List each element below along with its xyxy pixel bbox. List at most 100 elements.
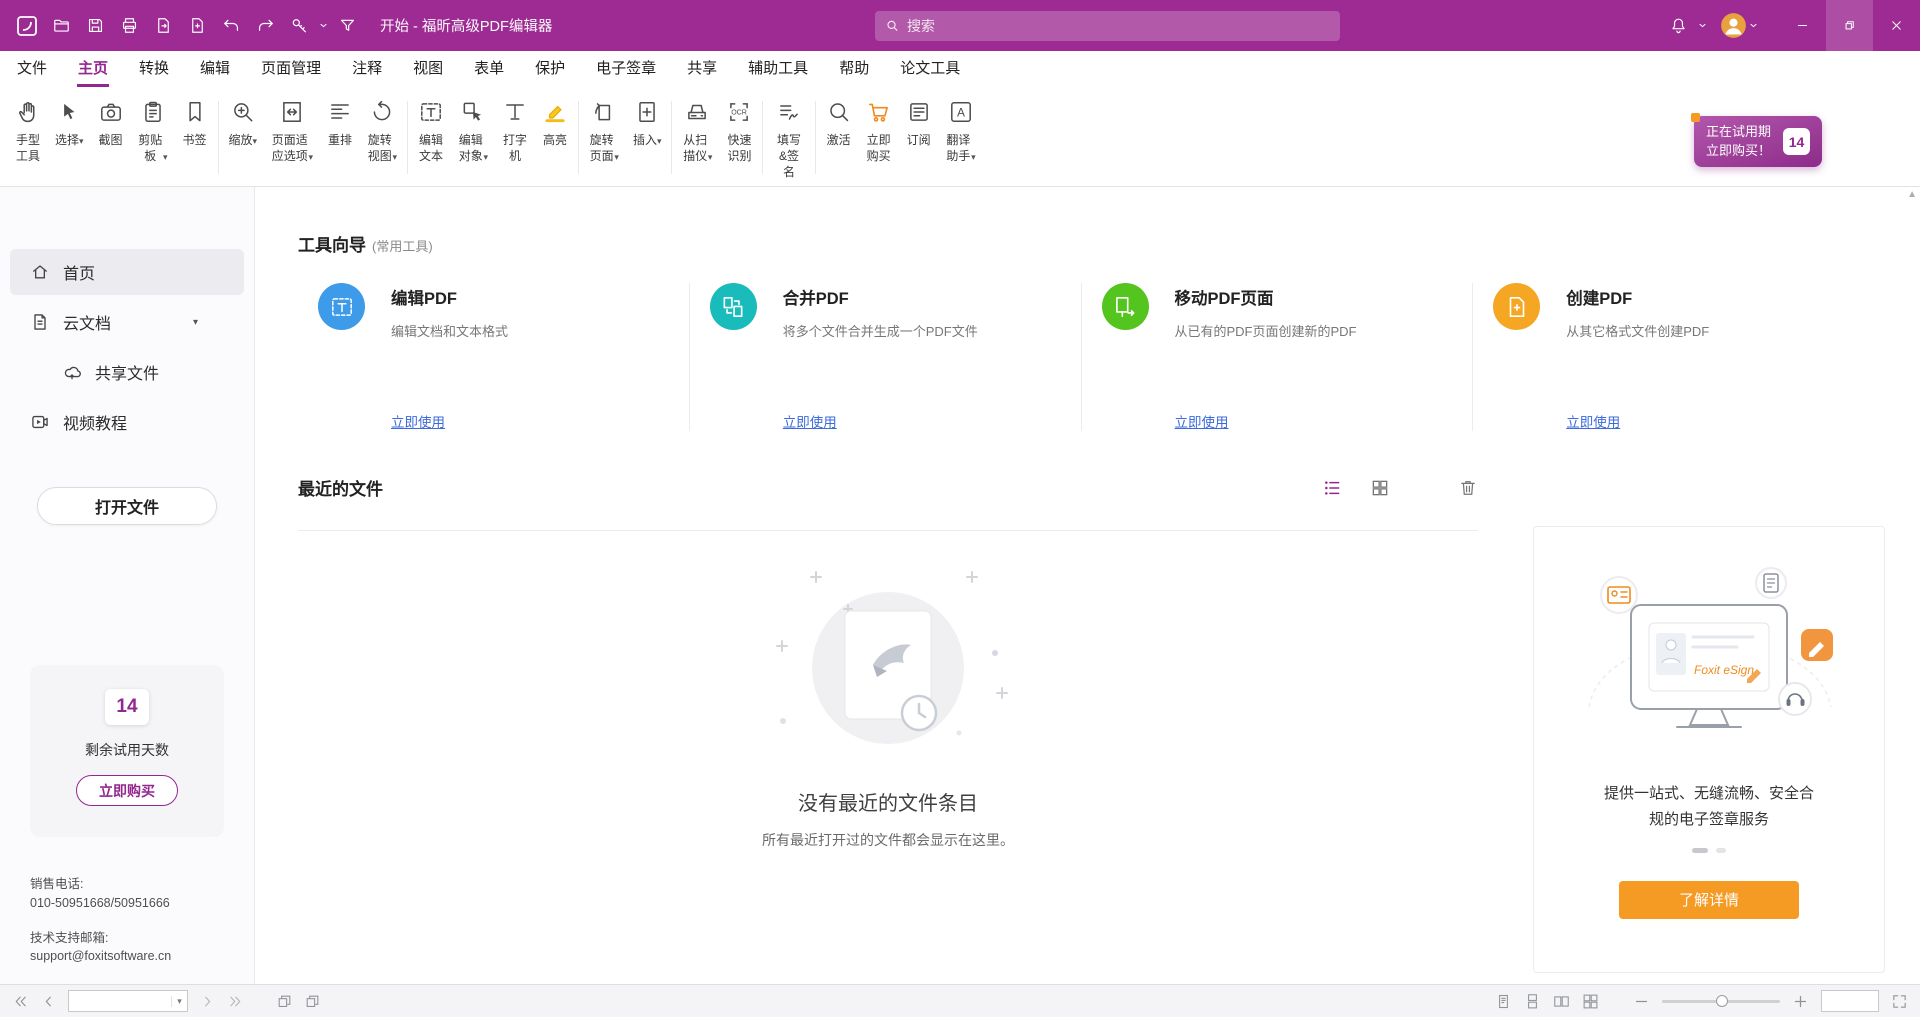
- ribbon-edit-object[interactable]: 编辑对象▾: [451, 97, 495, 166]
- tool-card-move-pdf-pages[interactable]: 移动PDF页面 从已有的PDF页面创建新的PDF 立即使用: [1082, 283, 1474, 431]
- print-icon[interactable]: [112, 9, 146, 43]
- tab-accessibility[interactable]: 辅助工具: [747, 51, 809, 87]
- export-pdf-icon[interactable]: [146, 9, 180, 43]
- fullscreen-icon[interactable]: [1891, 993, 1908, 1010]
- chevron-down-icon[interactable]: ▾: [193, 317, 198, 328]
- save-icon[interactable]: [78, 9, 112, 43]
- carousel-dot-active[interactable]: [1692, 848, 1708, 853]
- learn-more-button[interactable]: 了解详情: [1619, 881, 1799, 919]
- tab-home[interactable]: 主页: [77, 51, 109, 87]
- sidebar-item-video-tutorials[interactable]: 视频教程: [10, 399, 244, 445]
- scrollbar-up-icon[interactable]: ▲: [1907, 189, 1917, 200]
- zoom-slider[interactable]: [1662, 1000, 1780, 1003]
- ribbon-typewriter[interactable]: 打字机: [495, 97, 535, 166]
- zoom-value-box[interactable]: [1821, 990, 1879, 1012]
- ribbon-zoom[interactable]: 缩放▾: [222, 97, 265, 150]
- next-page-icon[interactable]: [199, 993, 216, 1010]
- continuous-view-icon[interactable]: [1524, 993, 1541, 1010]
- page-number-box[interactable]: ▾: [68, 990, 188, 1012]
- use-now-link[interactable]: 立即使用: [391, 411, 445, 431]
- minimize-button[interactable]: [1779, 0, 1826, 51]
- undo-icon[interactable]: [214, 9, 248, 43]
- quick-access-caret-icon[interactable]: [316, 20, 330, 31]
- tab-page-organize[interactable]: 页面管理: [260, 51, 322, 87]
- tab-esign[interactable]: 电子签章: [595, 51, 657, 87]
- ribbon-buy-now[interactable]: 立即购买: [859, 97, 899, 166]
- close-button[interactable]: [1873, 0, 1920, 51]
- ribbon-rotate-pages[interactable]: 旋转页面▾: [582, 97, 626, 166]
- tab-edit[interactable]: 编辑: [199, 51, 231, 87]
- ribbon-mode-icon[interactable]: [330, 9, 364, 43]
- search-input[interactable]: [907, 18, 1330, 34]
- page-number-input[interactable]: [69, 994, 171, 1008]
- search-box[interactable]: [875, 11, 1340, 41]
- ribbon-clipboard[interactable]: 剪贴板▾: [131, 97, 175, 166]
- previous-page-icon[interactable]: [40, 993, 57, 1010]
- tab-help[interactable]: 帮助: [838, 51, 870, 87]
- zoom-in-icon[interactable]: [1792, 993, 1809, 1010]
- ribbon-translate-assistant[interactable]: 翻译助手▾: [939, 97, 983, 166]
- clear-recent-trash-icon[interactable]: [1458, 478, 1478, 498]
- create-pdf-icon[interactable]: [180, 9, 214, 43]
- account-caret-icon[interactable]: [1747, 20, 1761, 31]
- single-page-view-icon[interactable]: [1495, 993, 1512, 1010]
- zoom-slider-thumb[interactable]: [1716, 995, 1728, 1007]
- notifications-caret-icon[interactable]: [1696, 20, 1710, 31]
- zoom-value-input[interactable]: [1822, 991, 1878, 1011]
- sidebar-item-cloud-docs[interactable]: 云文档 ▾: [10, 299, 244, 345]
- esign-tool-icon[interactable]: [282, 9, 316, 43]
- tab-paper-tools[interactable]: 论文工具: [899, 51, 961, 87]
- tab-protect[interactable]: 保护: [534, 51, 566, 87]
- redo-icon[interactable]: [248, 9, 282, 43]
- ribbon-fill-sign[interactable]: 填写&签名: [766, 97, 811, 183]
- tab-file[interactable]: 文件: [16, 51, 48, 87]
- ribbon-quick-ocr[interactable]: 快速识别: [719, 97, 759, 166]
- tab-view[interactable]: 视图: [412, 51, 444, 87]
- tool-card-edit-pdf[interactable]: 编辑PDF 编辑文档和文本格式 立即使用: [298, 283, 690, 431]
- ribbon-snapshot[interactable]: 截图: [91, 97, 131, 150]
- use-now-link[interactable]: 立即使用: [1566, 411, 1620, 431]
- ribbon-from-scanner[interactable]: 从扫描仪▾: [675, 97, 719, 166]
- ribbon-fit-page[interactable]: 页面适应选项▾: [264, 97, 320, 166]
- next-view-icon[interactable]: [304, 993, 321, 1010]
- tab-share[interactable]: 共享: [686, 51, 718, 87]
- list-view-icon[interactable]: [1322, 478, 1342, 498]
- tab-form[interactable]: 表单: [473, 51, 505, 87]
- ribbon-hand-tool[interactable]: 手型工具: [8, 97, 48, 166]
- buy-now-button[interactable]: 立即购买: [76, 775, 178, 806]
- notifications-bell-icon[interactable]: [1662, 9, 1696, 43]
- open-file-button[interactable]: 打开文件: [37, 487, 217, 525]
- grid-view-icon[interactable]: [1370, 478, 1390, 498]
- support-email-address[interactable]: support@foxitsoftware.cn: [30, 947, 171, 966]
- last-page-icon[interactable]: [227, 993, 244, 1010]
- ribbon-rotate-view[interactable]: 旋转视图▾: [360, 97, 404, 166]
- open-folder-icon[interactable]: [44, 9, 78, 43]
- ribbon-highlight[interactable]: 高亮: [535, 97, 575, 150]
- carousel-dots[interactable]: [1692, 848, 1726, 853]
- facing-continuous-view-icon[interactable]: [1582, 993, 1599, 1010]
- tool-card-create-pdf[interactable]: 创建PDF 从其它格式文件创建PDF 立即使用: [1473, 283, 1864, 431]
- ribbon-subscribe[interactable]: 订阅: [899, 97, 939, 150]
- ribbon-reflow[interactable]: 重排: [320, 97, 360, 150]
- tab-comment[interactable]: 注释: [351, 51, 383, 87]
- page-dropdown-caret-icon[interactable]: ▾: [171, 996, 187, 1007]
- previous-view-icon[interactable]: [276, 993, 293, 1010]
- tab-convert[interactable]: 转换: [138, 51, 170, 87]
- use-now-link[interactable]: 立即使用: [1175, 411, 1229, 431]
- ribbon-edit-text[interactable]: 编辑文本: [411, 97, 451, 166]
- ribbon-activate[interactable]: 激活: [819, 97, 859, 150]
- tool-card-combine-pdf[interactable]: 合并PDF 将多个文件合并生成一个PDF文件 立即使用: [690, 283, 1082, 431]
- zoom-out-icon[interactable]: [1633, 993, 1650, 1010]
- ribbon-bookmark[interactable]: 书签: [175, 97, 215, 150]
- ribbon-insert-pages[interactable]: 插入▾: [626, 97, 669, 150]
- ribbon-select[interactable]: 选择▾: [48, 97, 91, 150]
- sidebar-item-home[interactable]: 首页: [10, 249, 244, 295]
- sidebar-item-shared-files[interactable]: 共享文件: [10, 349, 244, 395]
- carousel-dot[interactable]: [1716, 848, 1726, 853]
- use-now-link[interactable]: 立即使用: [783, 411, 837, 431]
- trial-buy-badge[interactable]: 正在试用期 立即购买！ 14: [1694, 116, 1822, 168]
- user-avatar[interactable]: [1720, 12, 1747, 39]
- restore-button[interactable]: [1826, 0, 1873, 51]
- facing-view-icon[interactable]: [1553, 993, 1570, 1010]
- first-page-icon[interactable]: [12, 993, 29, 1010]
